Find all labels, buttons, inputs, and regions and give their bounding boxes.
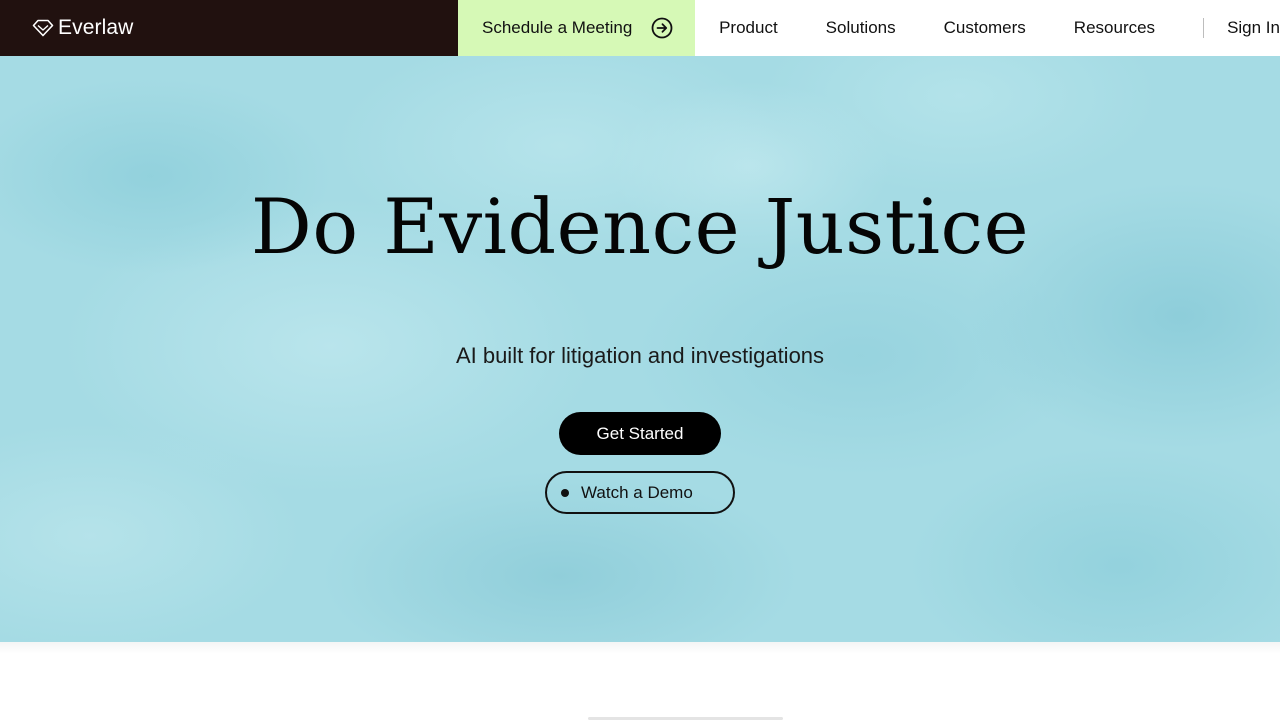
diamond-logo-icon — [32, 19, 54, 37]
hero-subtitle: AI built for litigation and investigatio… — [455, 343, 825, 368]
brand-area: Everlaw — [0, 0, 459, 56]
schedule-meeting-button[interactable]: Schedule a Meeting — [458, 0, 696, 56]
top-nav: Everlaw Schedule a Meeting Product Solut… — [0, 0, 1280, 56]
get-started-button[interactable]: Get Started — [559, 412, 721, 455]
circle-arrow-right-icon — [651, 17, 673, 39]
play-dot-icon — [561, 488, 569, 497]
section-divider-shadow — [0, 642, 1280, 654]
next-section — [0, 642, 1280, 720]
schedule-meeting-label: Schedule a Meeting — [482, 18, 633, 37]
get-started-label: Get Started — [596, 423, 684, 443]
main-menu: Product Solutions Customers Resources Si… — [695, 0, 1280, 56]
nav-item-resources[interactable]: Resources — [1074, 18, 1155, 38]
nav-item-solutions[interactable]: Solutions — [826, 18, 896, 38]
brand-logo-link[interactable]: Everlaw — [32, 16, 133, 40]
hero-title: Do Evidence Justice — [250, 182, 1030, 271]
nav-item-product[interactable]: Product — [719, 18, 778, 38]
nav-divider — [1203, 18, 1205, 38]
watch-demo-button[interactable]: Watch a Demo — [545, 471, 735, 514]
hero-section: Do Evidence Justice AI built for litigat… — [0, 56, 1280, 642]
nav-item-customers[interactable]: Customers — [944, 18, 1026, 38]
sign-in-link[interactable]: Sign In — [1227, 18, 1280, 38]
watch-demo-label: Watch a Demo — [581, 482, 693, 502]
brand-name: Everlaw — [58, 16, 134, 39]
